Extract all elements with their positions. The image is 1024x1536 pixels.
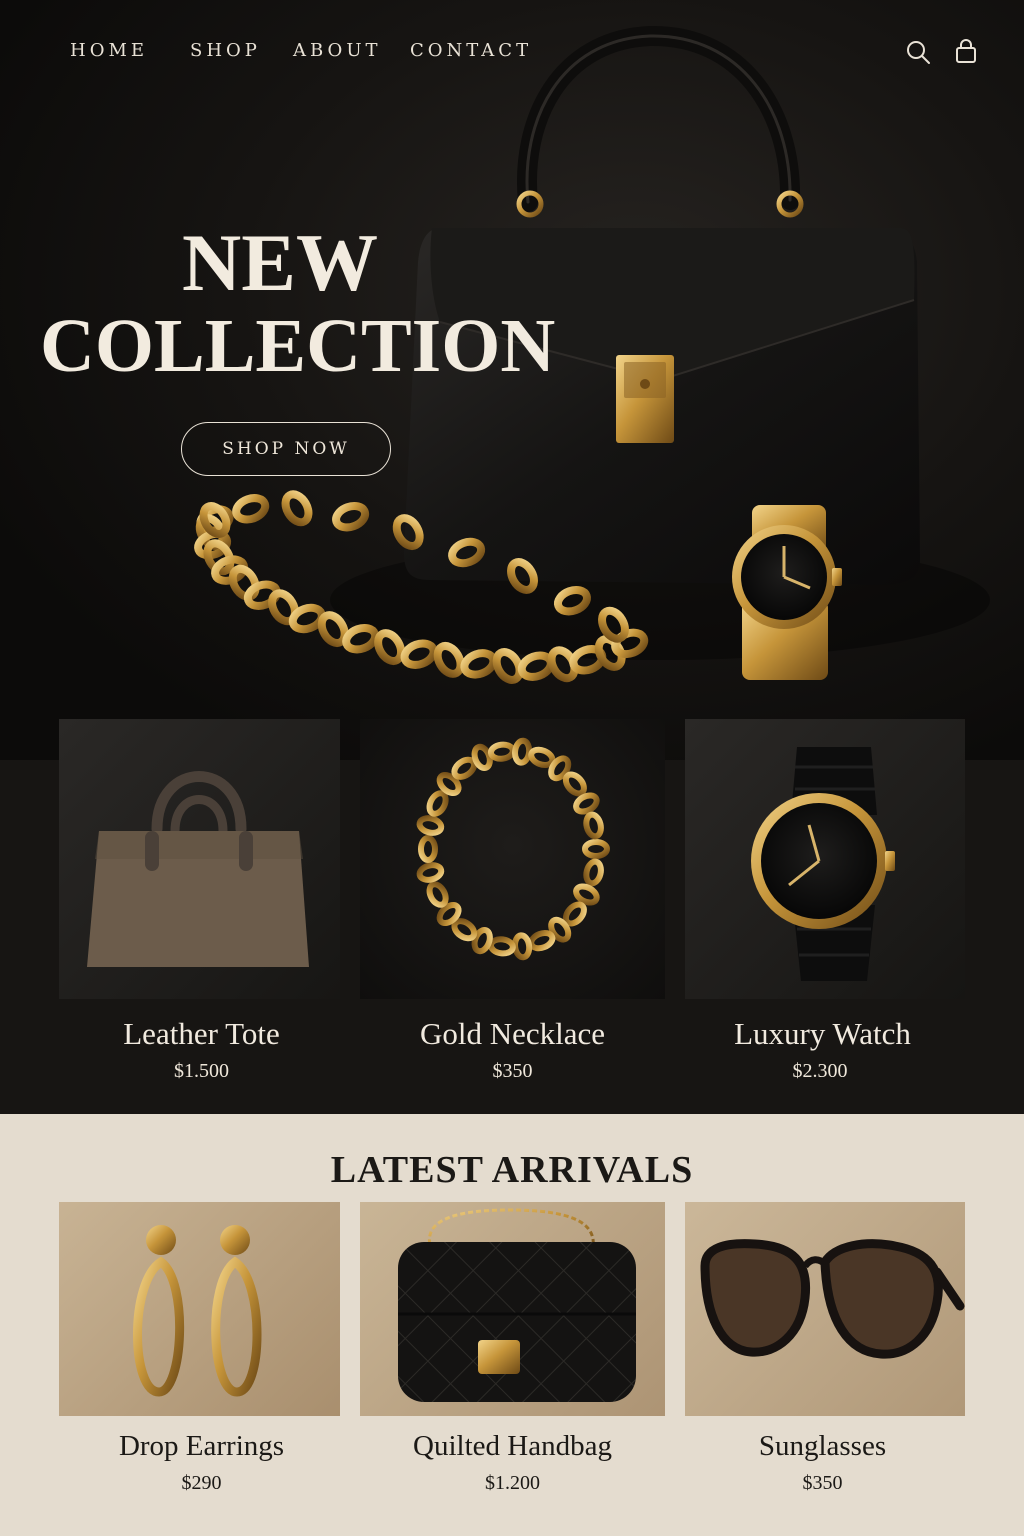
luxury-watch-image: [751, 747, 895, 981]
latest-arrivals-title: LATEST ARRIVALS: [330, 1149, 694, 1191]
quilted-handbag-image: [398, 1208, 636, 1402]
hero-banner: HOME SHOP ABOUT CONTACT NEW COLLECTION S…: [0, 0, 1024, 760]
product-price: $2.300: [792, 1060, 848, 1082]
product-card-image[interactable]: [59, 1202, 340, 1416]
product-card-image[interactable]: [685, 719, 965, 999]
product-name: Luxury Watch: [734, 1016, 911, 1051]
product-price: $1.200: [485, 1472, 540, 1494]
product-price: $350: [492, 1060, 533, 1082]
gold-necklace-image: [416, 737, 610, 961]
hero-title-line1: NEW: [182, 217, 378, 308]
hero-title-line2: COLLECTION: [40, 304, 556, 388]
nav-link-contact[interactable]: CONTACT: [410, 40, 532, 61]
product-price: $290: [181, 1472, 222, 1494]
search-icon[interactable]: [904, 38, 932, 66]
product-name: Quilted Handbag: [413, 1430, 612, 1462]
product-name: Leather Tote: [123, 1016, 280, 1051]
drop-earrings-image: [133, 1225, 262, 1397]
product-card-image[interactable]: [360, 719, 665, 999]
bag-icon[interactable]: [952, 38, 980, 66]
sunglasses-image: [700, 1239, 965, 1359]
product-card-image[interactable]: [685, 1202, 965, 1416]
leather-tote-image: [87, 771, 309, 967]
product-card-image[interactable]: [59, 719, 340, 999]
nav-link-shop[interactable]: SHOP: [190, 40, 261, 61]
product-price: $1.500: [174, 1060, 229, 1082]
product-name: Drop Earrings: [118, 1430, 285, 1462]
main-nav: HOME SHOP ABOUT CONTACT: [0, 36, 1024, 68]
product-card-image[interactable]: [360, 1202, 665, 1416]
product-price: $350: [802, 1472, 843, 1494]
nav-link-home[interactable]: HOME: [70, 40, 148, 61]
shop-now-button[interactable]: SHOP NOW: [181, 422, 391, 476]
nav-link-about[interactable]: ABOUT: [293, 40, 382, 61]
product-name: Sunglasses: [758, 1430, 887, 1462]
product-name: Gold Necklace: [419, 1016, 606, 1051]
